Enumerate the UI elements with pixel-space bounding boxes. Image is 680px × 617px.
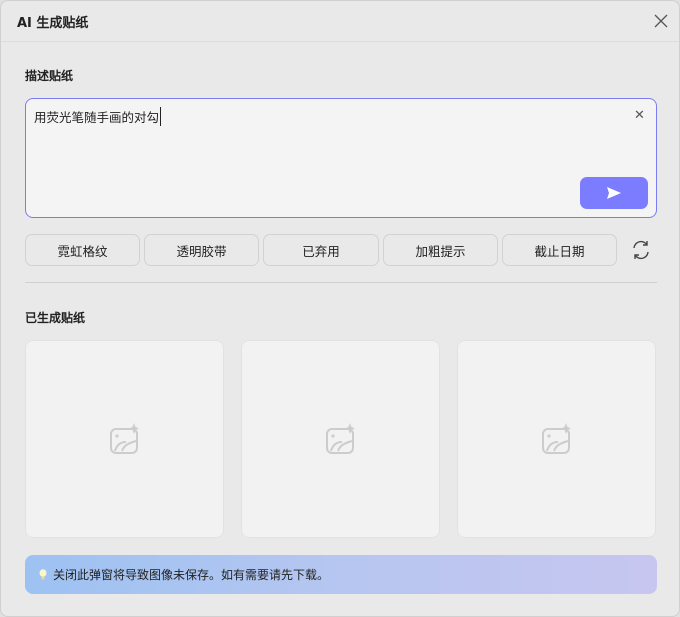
- describe-input-value[interactable]: 用荧光笔随手画的对勾: [34, 107, 162, 126]
- image-sparkle-icon: [326, 423, 355, 454]
- image-sparkle-icon: [542, 423, 571, 454]
- lightbulb-icon: [39, 569, 47, 580]
- refresh-icon[interactable]: [630, 239, 652, 261]
- dialog-header: AI 生成贴纸: [1, 1, 679, 42]
- close-icon[interactable]: [651, 11, 671, 31]
- sticker-placeholder-card: [25, 340, 224, 538]
- chip-bold-hint[interactable]: 加粗提示: [383, 234, 498, 266]
- divider: [25, 282, 657, 283]
- send-button[interactable]: [580, 177, 648, 209]
- chip-deprecated[interactable]: 已弃用: [263, 234, 379, 266]
- dialog-title: AI 生成贴纸: [17, 16, 89, 31]
- describe-input[interactable]: 用荧光笔随手画的对勾 ✕: [25, 98, 657, 218]
- send-icon: [607, 187, 621, 199]
- chip-clear-tape[interactable]: 透明胶带: [144, 234, 259, 266]
- sticker-placeholder-card: [241, 340, 440, 538]
- sticker-placeholder-card: [457, 340, 656, 538]
- unsaved-warning-banner: 关闭此弹窗将导致图像未保存。如有需要请先下载。: [25, 555, 657, 594]
- chip-deadline[interactable]: 截止日期: [502, 234, 617, 266]
- chip-neon-plaid[interactable]: 霓虹格纹: [25, 234, 140, 266]
- describe-label: 描述贴纸: [25, 69, 74, 83]
- banner-text: 关闭此弹窗将导致图像未保存。如有需要请先下载。: [53, 568, 330, 582]
- ai-sticker-dialog: AI 生成贴纸 描述贴纸 用荧光笔随手画的对勾 ✕ 霓虹格纹 透明胶带 已弃用 …: [0, 0, 680, 617]
- generated-label: 已生成贴纸: [25, 311, 86, 325]
- image-sparkle-icon: [110, 423, 139, 454]
- clear-icon[interactable]: ✕: [634, 108, 645, 123]
